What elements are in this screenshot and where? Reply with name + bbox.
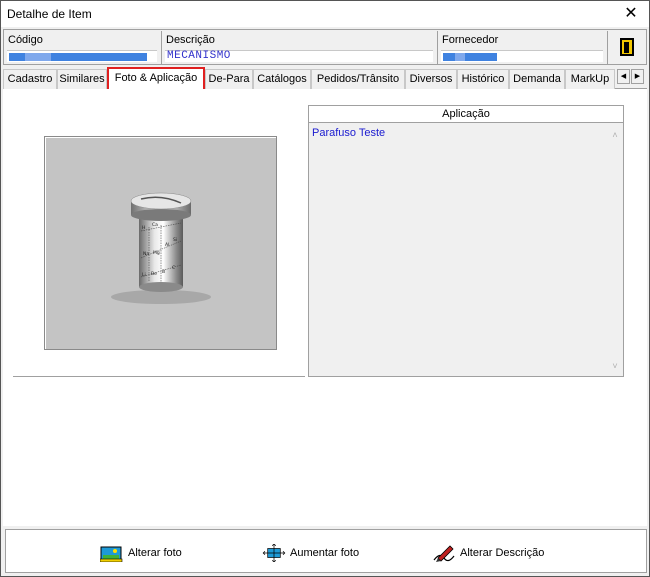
tab-historico[interactable]: Histórico bbox=[457, 69, 509, 89]
tab-scroll-left-button[interactable]: ◀ bbox=[617, 69, 630, 84]
codigo-label: Código bbox=[8, 34, 43, 46]
tab-pedidos-transito[interactable]: Pedidos/Trânsito bbox=[311, 69, 405, 89]
bolt-image: HCa AlSi Na Mg Li Be BC bbox=[111, 192, 211, 304]
close-button[interactable]: ✕ bbox=[613, 1, 649, 27]
svg-text:Be: Be bbox=[151, 271, 157, 277]
photo-edit-icon bbox=[100, 546, 123, 562]
action-bar: Alterar foto Aumentar foto Alterar Descr… bbox=[5, 529, 647, 573]
tab-de-para[interactable]: De-Para bbox=[205, 69, 253, 89]
aplicacao-header: Aplicação bbox=[309, 106, 623, 123]
enlarge-photo-icon bbox=[262, 544, 286, 562]
tab-diversos[interactable]: Diversos bbox=[405, 69, 457, 89]
window-title: Detalhe de Item bbox=[7, 7, 92, 21]
tab-markup[interactable]: MarkUp bbox=[565, 69, 615, 89]
aplicacao-textarea[interactable]: Parafuso Teste ˄ ˅ bbox=[309, 123, 623, 376]
codigo-redacted-highlight bbox=[25, 53, 51, 61]
pen-edit-icon bbox=[433, 545, 455, 562]
tab-cadastro[interactable]: Cadastro bbox=[3, 69, 57, 89]
svg-text:Si: Si bbox=[173, 237, 177, 243]
tab-similares[interactable]: Similares bbox=[57, 69, 107, 89]
descricao-value: MECANISMO bbox=[165, 50, 433, 62]
scroll-down-arrow[interactable]: ˅ bbox=[609, 360, 621, 372]
fornecedor-redacted-highlight bbox=[455, 53, 465, 61]
exit-door-icon[interactable] bbox=[620, 38, 634, 56]
tab-content: H Ca Al Si Na Mg Li Be BC Aplicação Para… bbox=[3, 89, 647, 526]
fornecedor-redacted bbox=[443, 53, 497, 61]
item-header-panel: Código Descrição MECANISMO Fornecedor bbox=[3, 29, 647, 65]
alterar-descricao-label: Alterar Descrição bbox=[460, 547, 545, 559]
svg-text:B: B bbox=[162, 269, 165, 275]
fornecedor-cell: Fornecedor bbox=[438, 31, 608, 64]
codigo-value bbox=[7, 50, 157, 62]
tab-catalogos[interactable]: Catálogos bbox=[253, 69, 311, 89]
tab-demanda[interactable]: Demanda bbox=[509, 69, 565, 89]
svg-text:Mg: Mg bbox=[153, 250, 160, 256]
descricao-label: Descrição bbox=[166, 34, 215, 46]
product-photo: H Ca Al Si Na Mg Li Be BC bbox=[44, 136, 277, 350]
aplicacao-text: Parafuso Teste bbox=[312, 127, 386, 139]
svg-text:Ca: Ca bbox=[152, 222, 158, 228]
fornecedor-label: Fornecedor bbox=[442, 34, 499, 46]
codigo-cell: Código bbox=[4, 31, 162, 64]
scroll-up-arrow[interactable]: ˄ bbox=[609, 129, 621, 141]
svg-text:C: C bbox=[172, 265, 175, 271]
tab-scroll-right-button[interactable]: ▶ bbox=[631, 69, 644, 84]
tab-foto-aplicacao[interactable]: Foto & Aplicação bbox=[107, 67, 205, 89]
photo-panel: H Ca Al Si Na Mg Li Be BC bbox=[13, 105, 305, 377]
item-detail-window: Detalhe de Item ✕ Código Descrição MECAN… bbox=[0, 0, 650, 577]
svg-text:Li: Li bbox=[142, 272, 146, 278]
fornecedor-value bbox=[441, 50, 603, 62]
svg-text:Na: Na bbox=[143, 251, 149, 257]
alterar-foto-label: Alterar foto bbox=[128, 547, 182, 559]
aplicacao-panel: Aplicação Parafuso Teste ˄ ˅ bbox=[308, 105, 624, 377]
aumentar-foto-label: Aumentar foto bbox=[290, 547, 360, 559]
title-bar: Detalhe de Item ✕ bbox=[1, 1, 649, 27]
tab-bar: Cadastro Similares Foto & Aplicação De-P… bbox=[3, 67, 647, 89]
descricao-cell: Descrição MECANISMO bbox=[162, 31, 438, 64]
